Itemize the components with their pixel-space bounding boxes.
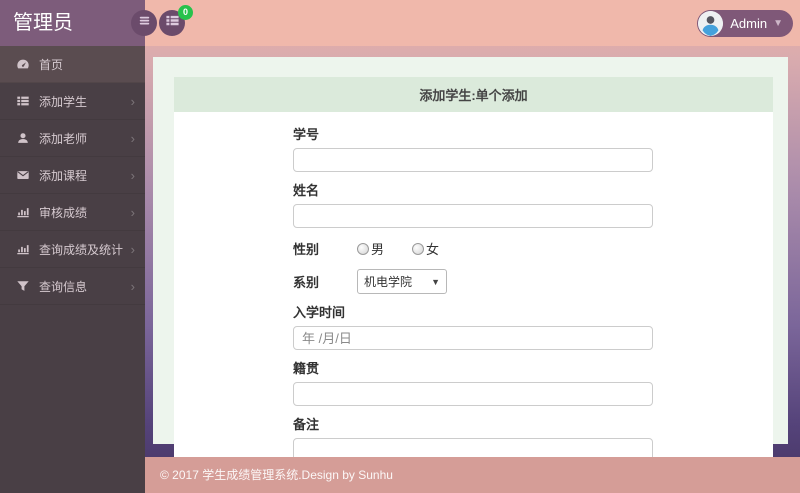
footer-copyright: © 2017 学生成绩管理系统.Design by Sunhu: [145, 457, 800, 493]
top-navbar: 管理员 0 Admin ▼: [0, 0, 800, 46]
student-id-input[interactable]: [293, 148, 653, 172]
chevron-right-icon: ›: [130, 93, 135, 109]
name-input[interactable]: [293, 204, 653, 228]
tasks-icon: [165, 13, 180, 33]
sidebar-item-add-course[interactable]: 添加课程 ›: [0, 157, 145, 194]
admin-username: Admin: [730, 16, 768, 31]
chevron-right-icon: ›: [130, 130, 135, 146]
avatar: [698, 11, 724, 36]
gender-male-label: 男: [371, 242, 385, 257]
gender-radio-female[interactable]: 女: [412, 239, 439, 258]
gender-female-label: 女: [426, 242, 440, 257]
notification-count-badge: 0: [178, 5, 193, 20]
gender-radio-male[interactable]: 男: [357, 239, 384, 258]
filter-icon: [16, 279, 30, 293]
sidebar-item-add-teacher[interactable]: 添加老师 ›: [0, 120, 145, 157]
chevron-right-icon: ›: [130, 167, 135, 183]
gender-label: 性别: [293, 242, 320, 257]
add-student-form: 学号 姓名 性别 男 女 系别 机电学院 ▼ 入学时间 年 /月/日 籍贯 备注: [174, 112, 773, 493]
chevron-down-icon: ▼: [773, 18, 783, 29]
envelope-icon: [16, 168, 30, 182]
department-label: 系别: [293, 275, 320, 290]
sidebar-item-query-info[interactable]: 查询信息 ›: [0, 268, 145, 305]
name-label: 姓名: [293, 183, 320, 198]
bar-chart-icon: [16, 205, 30, 219]
brand-title: 管理员: [0, 0, 145, 46]
radio-icon: [357, 242, 369, 255]
sidebar-item-label: 添加学生: [39, 94, 88, 109]
page: 管理员 0 Admin ▼ 首页 添加学生 › 添加老师 › 添加课程 › 审核…: [0, 0, 800, 493]
enroll-date-input[interactable]: [293, 326, 653, 350]
hometown-label: 籍贯: [293, 361, 320, 376]
radio-icon: [412, 242, 425, 255]
remark-label: 备注: [293, 417, 320, 432]
sidebar-nav: 首页 添加学生 › 添加老师 › 添加课程 › 审核成绩 › 查询成绩及统计 ›…: [0, 46, 145, 493]
chevron-right-icon: ›: [130, 204, 135, 220]
sidebar-item-label: 审核成绩: [39, 205, 88, 220]
chevron-down-icon: ▼: [431, 276, 440, 287]
sidebar-item-label: 添加老师: [39, 131, 88, 146]
hometown-input[interactable]: [293, 382, 653, 406]
bar-chart-icon: [16, 242, 30, 256]
student-id-label: 学号: [293, 127, 320, 142]
enroll-date-label: 入学时间: [293, 305, 346, 320]
sidebar-item-query-grades-stats[interactable]: 查询成绩及统计 ›: [0, 231, 145, 268]
panel-title: 添加学生:单个添加: [174, 77, 773, 112]
chevron-right-icon: ›: [130, 241, 135, 257]
hamburger-icon: [137, 13, 152, 33]
content-panel: 添加学生:单个添加 学号 姓名 性别 男 女 系别 机电学院 ▼ 入学时间 年 …: [153, 57, 788, 493]
sidebar-item-label: 查询成绩及统计: [39, 242, 124, 257]
sidebar-item-review-grades[interactable]: 审核成绩 ›: [0, 194, 145, 231]
list-icon: [16, 94, 30, 108]
sidebar-item-add-student[interactable]: 添加学生 ›: [0, 83, 145, 120]
admin-menu[interactable]: Admin ▼: [697, 10, 793, 37]
notifications-button[interactable]: 0: [159, 5, 193, 36]
sidebar-item-label: 查询信息: [39, 279, 88, 294]
dashboard-icon: [16, 57, 30, 71]
department-select[interactable]: 机电学院 ▼: [357, 269, 447, 294]
sidebar-item-label: 首页: [39, 57, 64, 72]
user-icon: [16, 131, 30, 145]
sidebar-toggle-button[interactable]: [131, 10, 157, 36]
department-selected-value: 机电学院: [364, 275, 413, 289]
sidebar-item-label: 添加课程: [39, 168, 88, 183]
chevron-right-icon: ›: [130, 278, 135, 294]
sidebar-item-home[interactable]: 首页: [0, 46, 145, 83]
